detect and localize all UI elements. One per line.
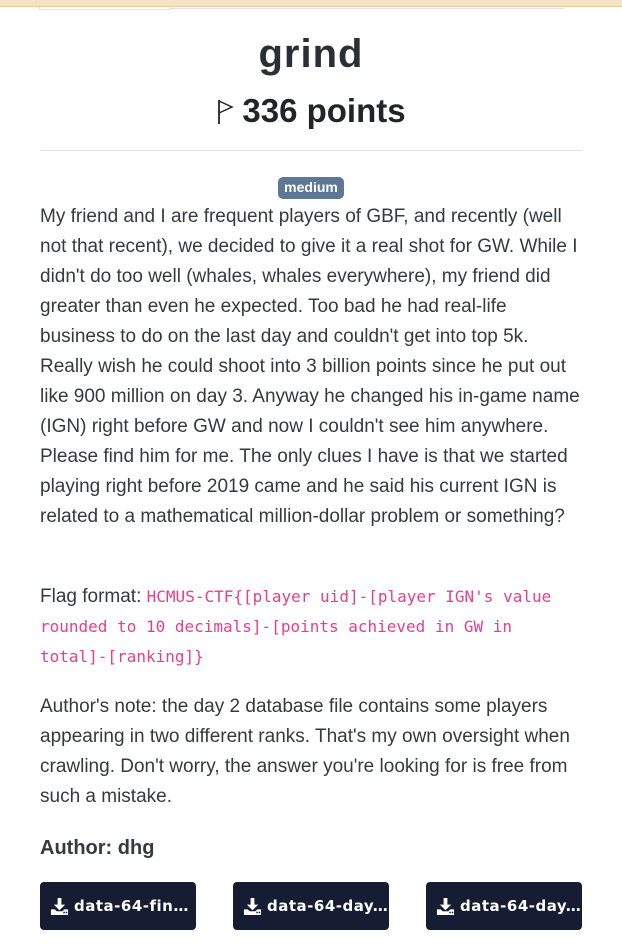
top-strip [0,0,622,7]
download-icon [436,897,455,915]
author-note: Author's note: the day 2 database file c… [40,696,570,807]
file-download-button[interactable]: data-64-day... [426,882,582,930]
points-value: 336 points [242,92,406,129]
flag-format-label: Flag format: [40,586,147,607]
flag-format: Flag format: HCMUS-CTF{[player uid]-[pla… [40,582,582,672]
divider [40,150,582,151]
tab-edge-right [170,7,564,9]
challenge-points: 336 points [40,88,582,134]
file-name: data-64-day... [460,897,582,915]
challenge-description: My friend and I are frequent players of … [40,206,580,527]
file-name: data-64-day... [267,897,389,915]
tab-edge-left [39,7,170,10]
download-icon [50,897,69,915]
file-download-button[interactable]: data-64-final... [40,882,196,930]
challenge-author: Author: dhg [40,837,155,859]
flag-icon [218,100,235,124]
file-download-button[interactable]: data-64-day... [233,882,389,930]
file-name: data-64-final... [74,897,196,915]
download-icon [243,897,262,915]
difficulty-badge: medium [278,177,344,199]
file-list: data-64-final... data-64-day... data-64-… [40,882,582,930]
difficulty-wrap: medium [40,177,582,199]
challenge-title: grind [258,32,364,76]
